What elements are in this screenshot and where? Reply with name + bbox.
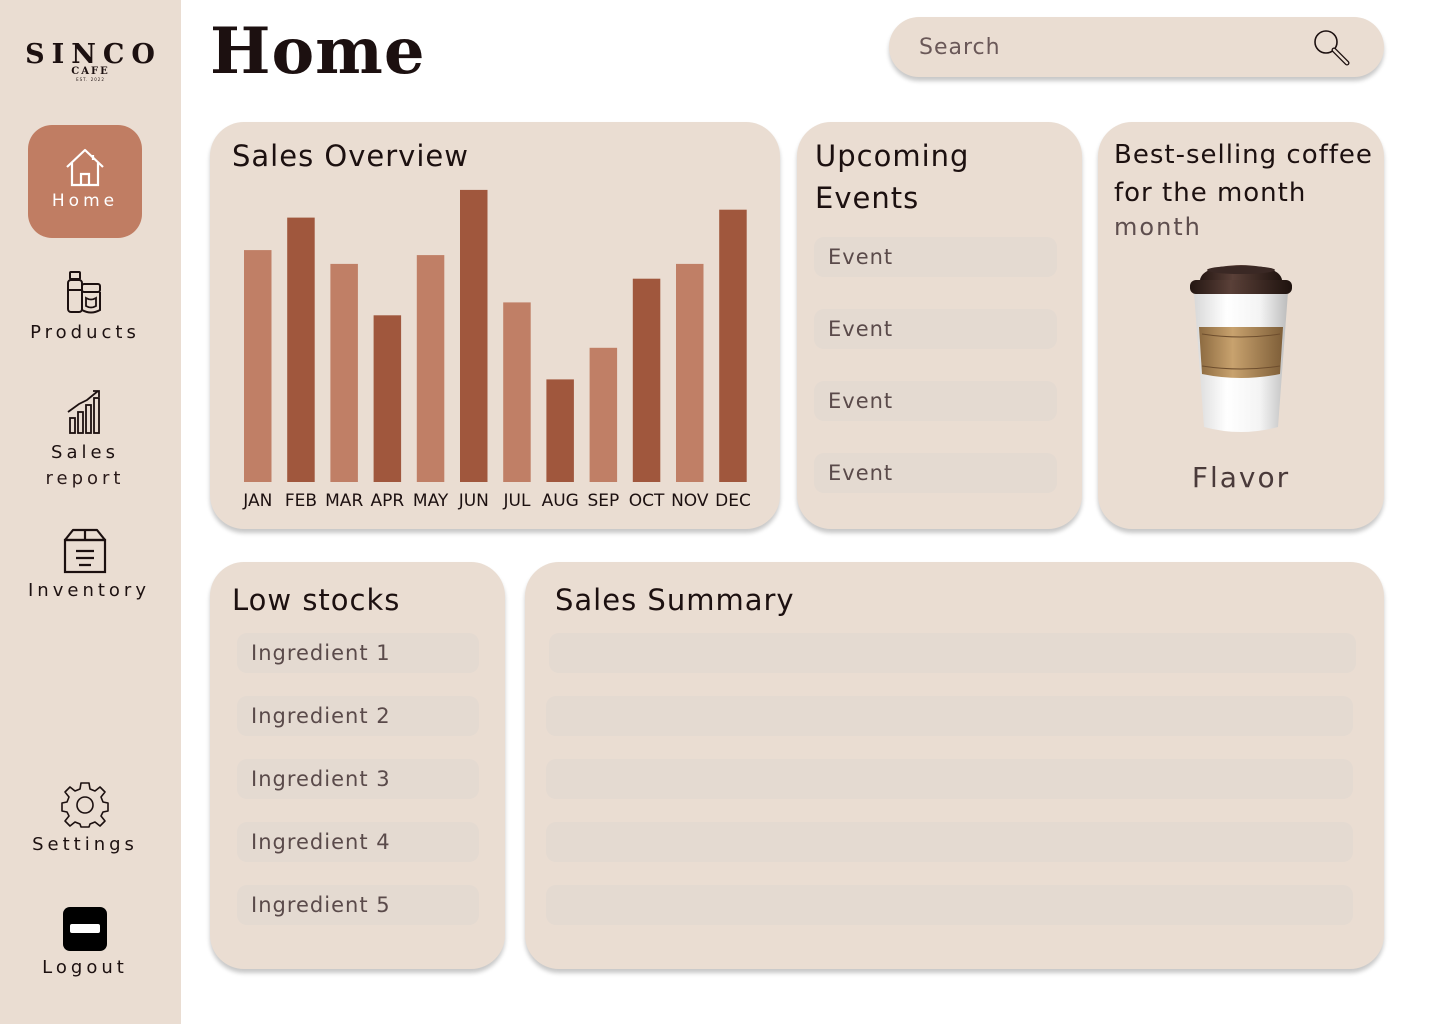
sidebar-item-label: Logout — [42, 957, 128, 978]
sales-report-icon — [67, 390, 100, 434]
low-stock-item[interactable]: Ingredient 2 — [237, 696, 479, 736]
sidebar-item-label-line2: report — [45, 468, 125, 489]
sales-overview-chart: JAN FEB MAR APR MAY JUN JUL AUG SEP OCT NOV DEC — [242, 189, 751, 511]
summary-row[interactable] — [546, 759, 1353, 799]
chart-tick-label: JUL — [503, 491, 531, 511]
chart-bar-mar — [330, 263, 358, 482]
best-selling-flavor: Flavor — [1191, 461, 1291, 494]
chart-tick-label: OCT — [629, 491, 665, 511]
chart-bar-may — [416, 255, 445, 482]
chart-bar-jun — [460, 189, 488, 482]
upcoming-events-title-line2: Events — [815, 181, 920, 215]
sales-summary-card: Sales Summary — [525, 562, 1384, 969]
sidebar-item-label: Home — [51, 191, 119, 211]
summary-row[interactable] — [546, 885, 1353, 925]
chart-tick-label: JAN — [242, 491, 272, 511]
chart-tick-label: FEB — [285, 491, 317, 511]
sidebar-item-settings[interactable]: Settings — [28, 781, 142, 861]
upcoming-events-title-line1: Upcoming — [815, 139, 970, 173]
summary-row[interactable] — [546, 822, 1353, 862]
chart-bar-dec — [719, 209, 747, 482]
chart-bar-apr — [373, 315, 402, 482]
chart-tick-label: NOV — [671, 491, 709, 511]
low-stocks-card: Low stocks Ingredient 1 Ingredient 2 Ing… — [210, 562, 505, 969]
chart-bar-nov — [676, 263, 704, 482]
event-item[interactable]: Event — [814, 237, 1057, 277]
chart-tick-label: JUN — [458, 491, 489, 511]
gear-icon — [61, 782, 109, 828]
brand-logo: SINCO CAFE EST. 2022 — [0, 40, 181, 83]
sidebar-item-label: Inventory — [28, 580, 150, 601]
brand-est: EST. 2022 — [76, 77, 105, 82]
sales-overview-card: Sales Overview JAN FEB MAR APR MAY JUN JUL AUG S… — [210, 122, 780, 529]
sidebar: SINCO CAFE EST. 2022 Home Products Sales… — [0, 0, 181, 1024]
summary-row[interactable] — [546, 696, 1353, 736]
chart-tick-label: SEP — [588, 491, 620, 511]
logout-icon — [63, 907, 107, 951]
sidebar-item-products[interactable]: Products — [28, 268, 142, 348]
chart-bar-jan — [244, 250, 272, 482]
summary-row[interactable] — [549, 633, 1356, 673]
low-stock-item[interactable]: Ingredient 5 — [237, 885, 479, 925]
logout-button[interactable]: Logout — [28, 906, 142, 986]
page-title: Home — [210, 14, 426, 89]
products-icon — [67, 271, 101, 314]
low-stock-item[interactable]: Ingredient 1 — [237, 633, 479, 673]
chart-tick-label: MAY — [413, 491, 449, 511]
chart-tick-label: MAR — [325, 491, 363, 511]
upcoming-events-card: Upcoming Events Event Event Event Event — [797, 122, 1082, 529]
coffee-cup-image — [1190, 265, 1292, 432]
search-bar[interactable] — [889, 17, 1384, 77]
sidebar-item-inventory[interactable]: Inventory — [28, 527, 150, 607]
chart-tick-label: DEC — [715, 491, 751, 511]
event-item[interactable]: Event — [814, 381, 1057, 421]
best-selling-title: Best-selling coffee for the month — [1114, 136, 1376, 212]
sidebar-item-label: Sales — [51, 442, 119, 463]
best-selling-month: month — [1114, 213, 1202, 241]
sidebar-item-home[interactable]: Home — [28, 125, 142, 238]
best-selling-title-line2: for the month — [1114, 178, 1307, 208]
chart-bar-aug — [546, 379, 574, 482]
chart-tick-label: AUG — [542, 491, 579, 511]
best-selling-card: Best-selling coffee for the month month — [1098, 122, 1384, 529]
chart-bar-feb — [287, 217, 315, 482]
best-selling-title-line1: Best-selling coffee — [1114, 140, 1373, 170]
inventory-icon — [63, 528, 107, 574]
search-input[interactable] — [919, 31, 1299, 63]
search-icon[interactable] — [1312, 28, 1350, 66]
low-stocks-title: Low stocks — [232, 583, 401, 617]
event-item[interactable]: Event — [814, 309, 1057, 349]
event-item[interactable]: Event — [814, 453, 1057, 493]
low-stock-item[interactable]: Ingredient 3 — [237, 759, 479, 799]
chart-bar-oct — [632, 278, 661, 482]
sidebar-item-label: Settings — [32, 834, 138, 855]
low-stock-item[interactable]: Ingredient 4 — [237, 822, 479, 862]
chart-bar-sep — [589, 347, 618, 482]
chart-tick-label: APR — [371, 491, 405, 511]
sidebar-item-label: Products — [30, 322, 140, 343]
home-icon — [66, 148, 104, 187]
chart-bar-jul — [503, 302, 531, 482]
sales-summary-title: Sales Summary — [555, 583, 795, 617]
sidebar-item-sales-report[interactable]: Sales report — [28, 388, 142, 493]
